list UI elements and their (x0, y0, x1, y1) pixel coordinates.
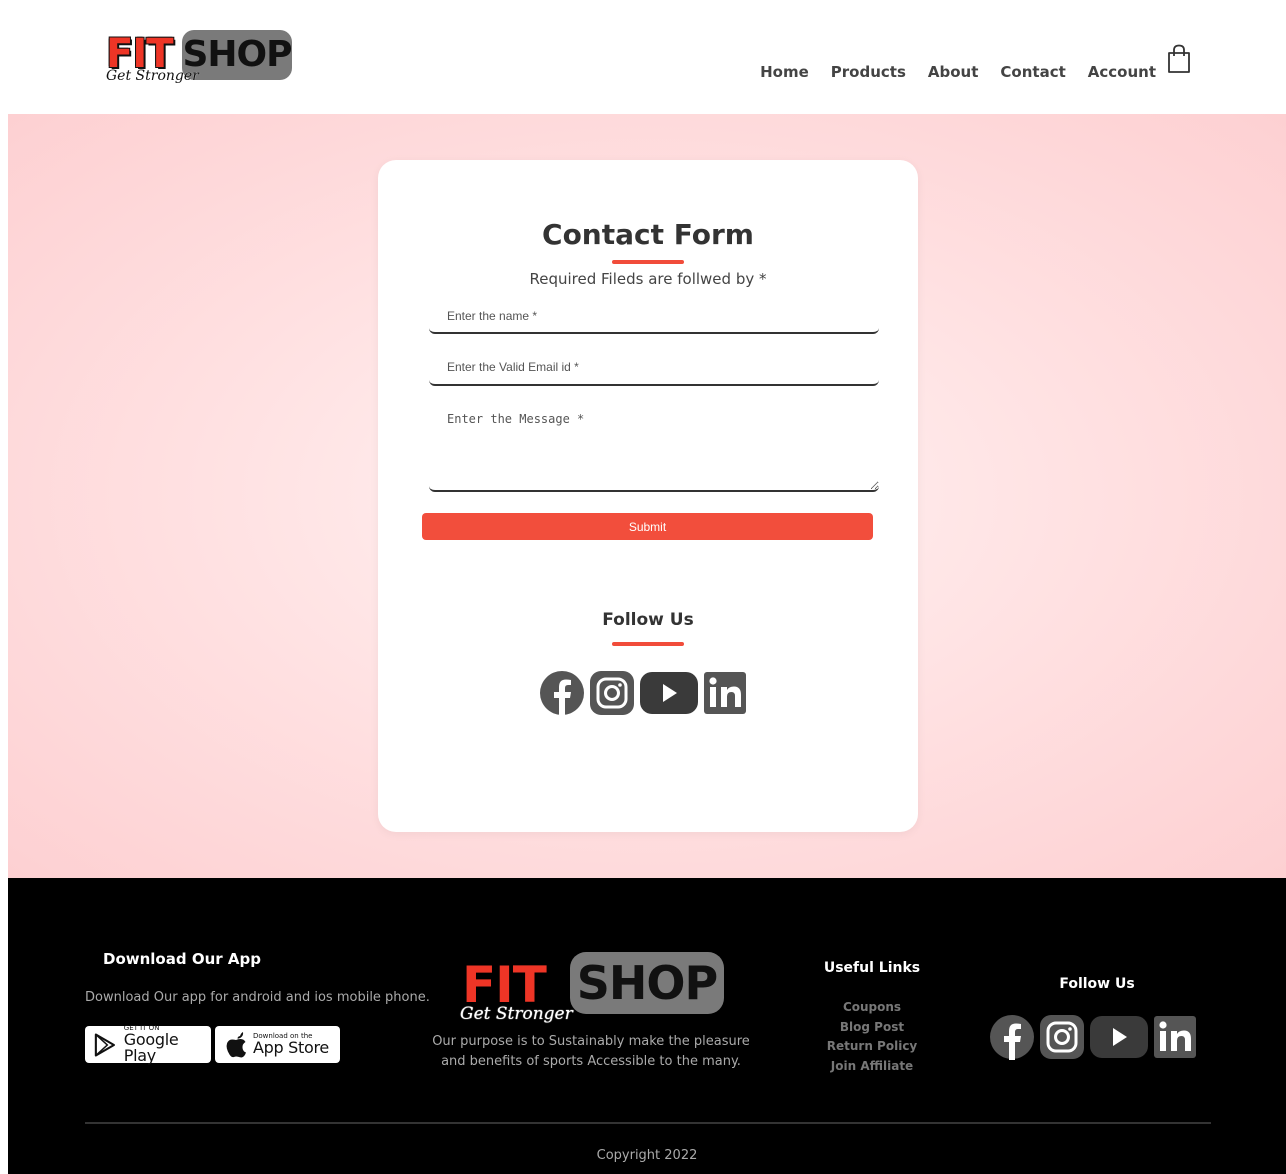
app-store-big: App Store (253, 1038, 329, 1057)
follow-us-title: Follow Us (602, 610, 694, 630)
linkedin-icon[interactable] (703, 671, 747, 715)
linkedin-icon[interactable] (1153, 1015, 1197, 1059)
form-subtitle: Required Fileds are follwed by * (529, 270, 767, 288)
footer-logo-shop-text: SHOP (570, 952, 724, 1014)
useful-links-list: Coupons Blog Post Return Policy Join Aff… (808, 998, 936, 1076)
nav-home[interactable]: Home (760, 63, 809, 81)
site-footer: Download Our App Download Our app for an… (8, 878, 1286, 1174)
email-input[interactable] (429, 350, 879, 386)
google-play-button[interactable]: GET IT ON Google Play (85, 1025, 211, 1065)
app-store-button[interactable]: Download on the App Store (215, 1026, 340, 1063)
follow-underline (612, 642, 684, 646)
instagram-icon[interactable] (1039, 1014, 1085, 1060)
useful-links-title: Useful Links (823, 960, 921, 976)
footer-purpose-text: Our purpose is to Sustainably make the p… (432, 1034, 750, 1069)
site-header: SHOP FIT Get Stronger Home Products Abou… (8, 8, 1286, 114)
social-icons (539, 670, 747, 716)
logo-tagline: Get Stronger (106, 68, 199, 84)
footer-social-icons (989, 1014, 1197, 1060)
instagram-icon[interactable] (589, 670, 635, 716)
youtube-icon[interactable] (639, 670, 699, 716)
contact-card: Contact Form Required Fileds are follwed… (378, 160, 918, 832)
submit-button[interactable]: Submit (422, 513, 873, 540)
nav-products[interactable]: Products (831, 63, 906, 81)
download-app-title: Download Our App (103, 950, 261, 968)
copyright-text: Copyright 2022 (596, 1148, 698, 1163)
main-nav: Home Products About Contact Account (760, 63, 1156, 81)
facebook-icon[interactable] (989, 1014, 1035, 1060)
form-title: Contact Form (542, 218, 754, 251)
google-play-icon (94, 1032, 116, 1057)
facebook-icon[interactable] (539, 670, 585, 716)
download-app-text: Download Our app for android and ios mob… (85, 990, 430, 1005)
footer-brand-logo[interactable]: SHOP FIT Get Stronger (460, 950, 728, 1026)
link-join-affiliate[interactable]: Join Affiliate (808, 1057, 936, 1077)
contact-section: Contact Form Required Fileds are follwed… (8, 114, 1286, 878)
youtube-icon[interactable] (1089, 1014, 1149, 1060)
footer-divider (85, 1122, 1211, 1124)
nav-about[interactable]: About (928, 63, 979, 81)
shopping-bag-icon[interactable] (1166, 44, 1192, 74)
footer-logo-tagline: Get Stronger (460, 1004, 573, 1024)
brand-logo[interactable]: SHOP FIT Get Stronger (104, 28, 294, 90)
footer-follow-title: Follow Us (1059, 976, 1135, 992)
apple-icon (226, 1031, 246, 1057)
nav-contact[interactable]: Contact (1000, 63, 1065, 81)
link-coupons[interactable]: Coupons (808, 998, 936, 1018)
message-textarea[interactable] (429, 400, 879, 492)
link-return-policy[interactable]: Return Policy (808, 1037, 936, 1057)
link-blog-post[interactable]: Blog Post (808, 1018, 936, 1038)
nav-account[interactable]: Account (1088, 63, 1156, 81)
page-frame: SHOP FIT Get Stronger Home Products Abou… (8, 8, 1286, 1174)
title-underline (612, 260, 684, 264)
name-input[interactable] (429, 300, 879, 334)
google-play-big: Google Play (123, 1030, 179, 1065)
